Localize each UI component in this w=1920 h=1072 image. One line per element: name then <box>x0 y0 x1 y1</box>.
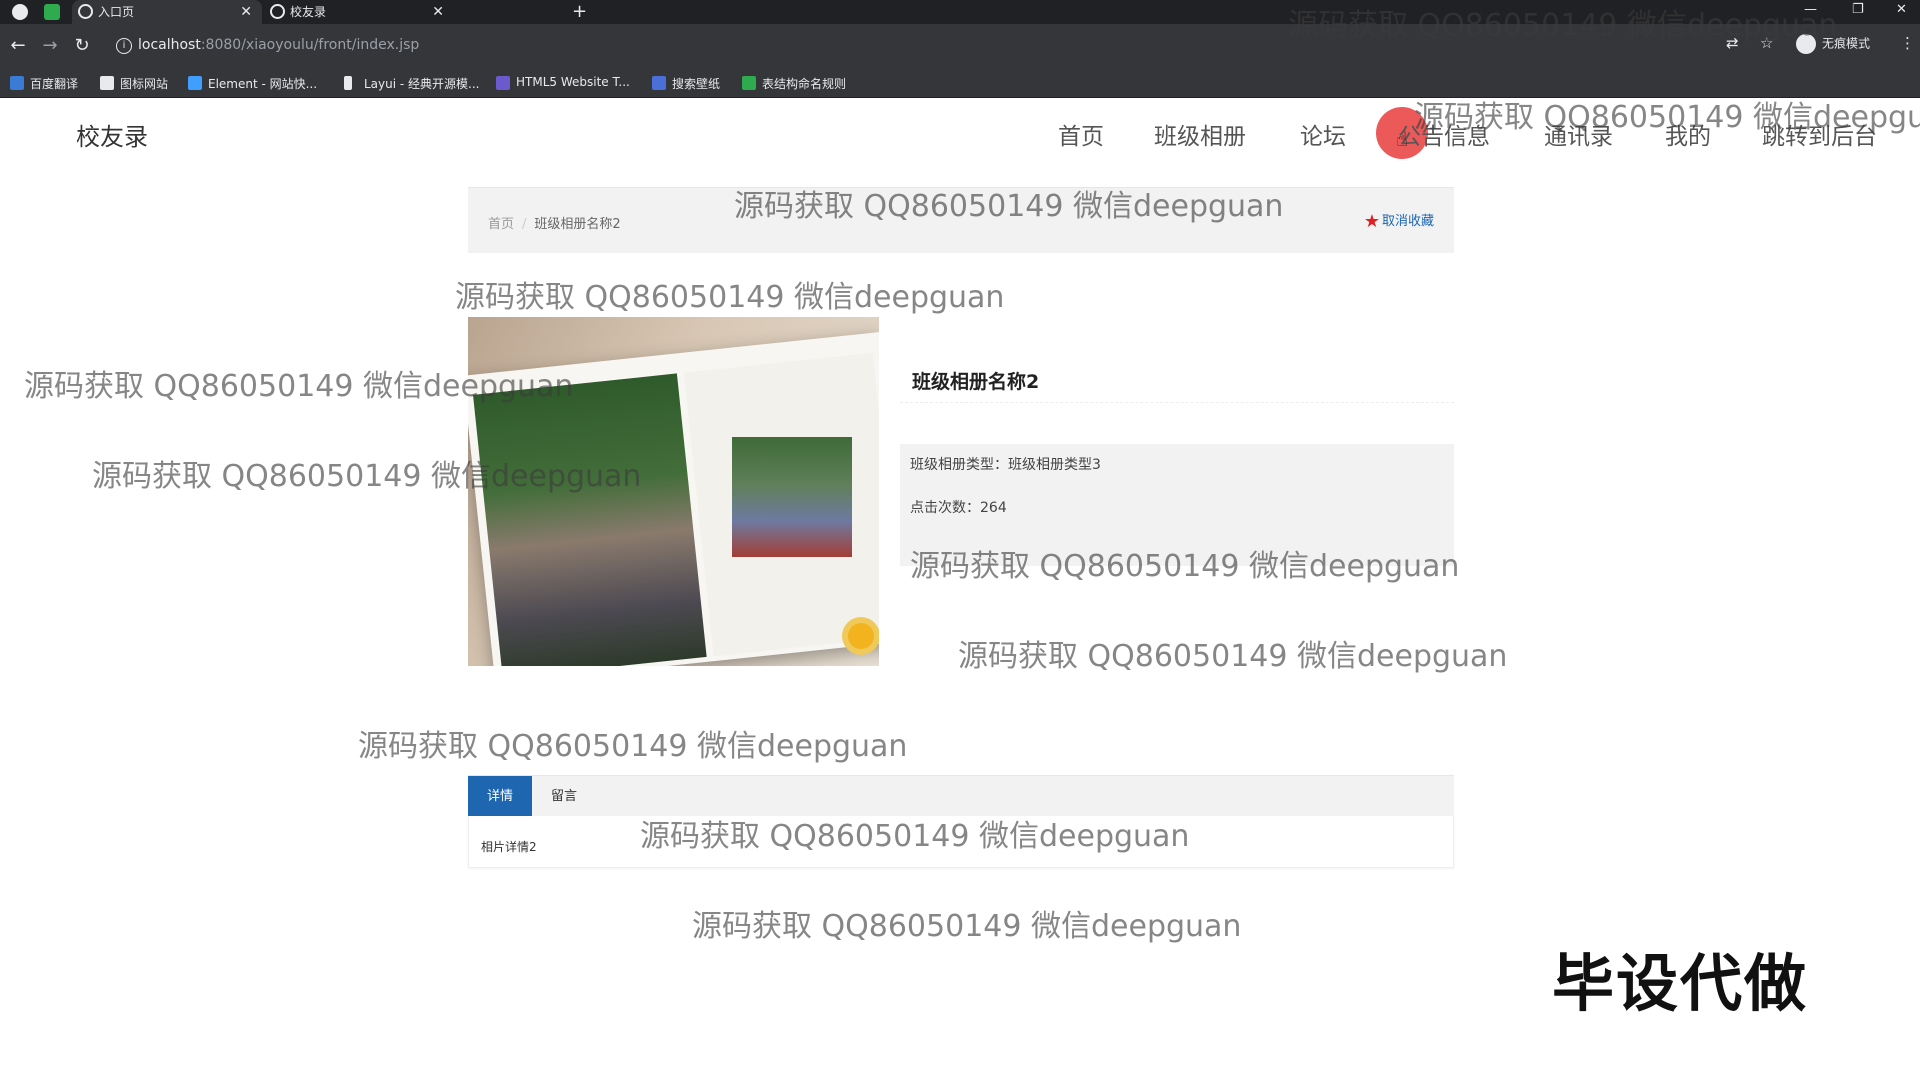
promo-stamp: 毕设代做 <box>1552 947 1809 1020</box>
close-window-icon[interactable]: ✕ <box>1896 0 1907 24</box>
watermark: 源码获取 QQ86050149 微信deepguan <box>640 819 1190 854</box>
watermark: 源码获取 QQ86050149 微信deepguan <box>358 729 908 764</box>
element-logo-icon <box>188 76 202 90</box>
album-clicks: 点击次数：264 <box>910 500 1007 516</box>
page-body: 校友录 首页 班级相册 论坛 公告信息 ☝ 通讯录 我的 跳转到后台 首页 / 班级… <box>0 8 1920 1072</box>
bookmark-table-naming[interactable]: 表结构命名规则 <box>742 75 846 92</box>
tab-title: 校友录 <box>290 5 327 19</box>
reload-icon[interactable]: ↻ <box>70 34 94 58</box>
watermark: 源码获取 QQ86050149 微信deepguan <box>1288 8 1838 43</box>
browser-menu-kebab-icon[interactable]: ⋮ <box>1900 34 1915 52</box>
restore-icon[interactable]: ❐ <box>1852 0 1864 24</box>
forward-icon[interactable]: → <box>38 34 62 58</box>
site-info-icon[interactable]: i <box>116 38 132 54</box>
watermark: 源码获取 QQ86050149 微信deepguan <box>1414 100 1920 135</box>
click-count: 264 <box>980 500 1007 516</box>
nav-home[interactable]: 首页 <box>1058 117 1104 151</box>
back-icon[interactable]: ← <box>6 34 30 58</box>
bookmark-layui[interactable]: Layui - 经典开源模... <box>344 75 479 92</box>
browser-menu-icon[interactable] <box>12 4 28 20</box>
bookmark-html5-templates[interactable]: HTML5 Website T... <box>496 75 630 90</box>
translate-icon <box>10 76 24 90</box>
html5-icon <box>496 76 510 90</box>
close-tab-icon[interactable]: ✕ <box>240 0 252 24</box>
url-text: localhost:8080/xiaoyoulu/front/index.jsp <box>138 37 420 53</box>
wallpaper-icon <box>652 76 666 90</box>
detail-tabs: 详情 留言 <box>468 775 1454 817</box>
flag-icon <box>100 76 114 90</box>
star-icon: ★ <box>1363 211 1380 232</box>
browser-tab-entry[interactable]: 入口页 ✕ <box>72 0 262 24</box>
layui-logo-icon <box>344 76 352 90</box>
site-brand[interactable]: 校友录 <box>76 117 148 152</box>
close-tab-icon[interactable]: ✕ <box>432 0 444 24</box>
sheet-app-icon[interactable] <box>44 4 60 20</box>
detail-text: 相片详情2 <box>481 840 537 854</box>
breadcrumb-current: 班级相册名称2 <box>534 217 621 232</box>
globe-icon <box>270 4 285 19</box>
browser-tab-alumni[interactable]: 校友录 ✕ <box>264 0 454 24</box>
sheet-icon <box>742 76 756 90</box>
album-title-row: 班级相册名称2 <box>900 367 1454 403</box>
unfavorite-button[interactable]: ★ 取消收藏 <box>1364 210 1434 232</box>
watermark: 源码获取 QQ86050149 微信deepguan <box>910 549 1460 584</box>
watermark: 源码获取 QQ86050149 微信deepguan <box>958 639 1508 674</box>
watermark: 源码获取 QQ86050149 微信deepguan <box>455 280 1005 315</box>
breadcrumb-home[interactable]: 首页 <box>488 217 514 232</box>
watermark: 源码获取 QQ86050149 微信deepguan <box>692 909 1242 944</box>
tab-details[interactable]: 详情 <box>468 776 532 817</box>
nav-class-album[interactable]: 班级相册 <box>1154 117 1246 151</box>
globe-icon <box>78 4 93 19</box>
bookmark-element[interactable]: Element - 网站快... <box>188 75 317 92</box>
album-type: 班级相册类型：班级相册类型3 <box>910 457 1101 473</box>
hand-cursor-icon: ☝ <box>1396 127 1409 151</box>
album-title: 班级相册名称2 <box>912 371 1040 393</box>
bookmark-wallpaper-search[interactable]: 搜索壁纸 <box>652 75 720 92</box>
watermark: 源码获取 QQ86050149 微信deepguan <box>734 189 1284 224</box>
watermark: 源码获取 QQ86050149 微信deepguan <box>24 369 574 404</box>
breadcrumb-separator: / <box>522 217 527 232</box>
tab-title: 入口页 <box>98 5 135 19</box>
bookmark-baidu-translate[interactable]: 百度翻译 <box>10 75 78 92</box>
tab-comments[interactable]: 留言 <box>551 776 577 817</box>
nav-forum[interactable]: 论坛 <box>1300 117 1346 151</box>
watermark: 源码获取 QQ86050149 微信deepguan <box>92 459 642 494</box>
bookmark-icon-site[interactable]: 图标网站 <box>100 75 168 92</box>
new-tab-button[interactable]: + <box>572 0 602 24</box>
